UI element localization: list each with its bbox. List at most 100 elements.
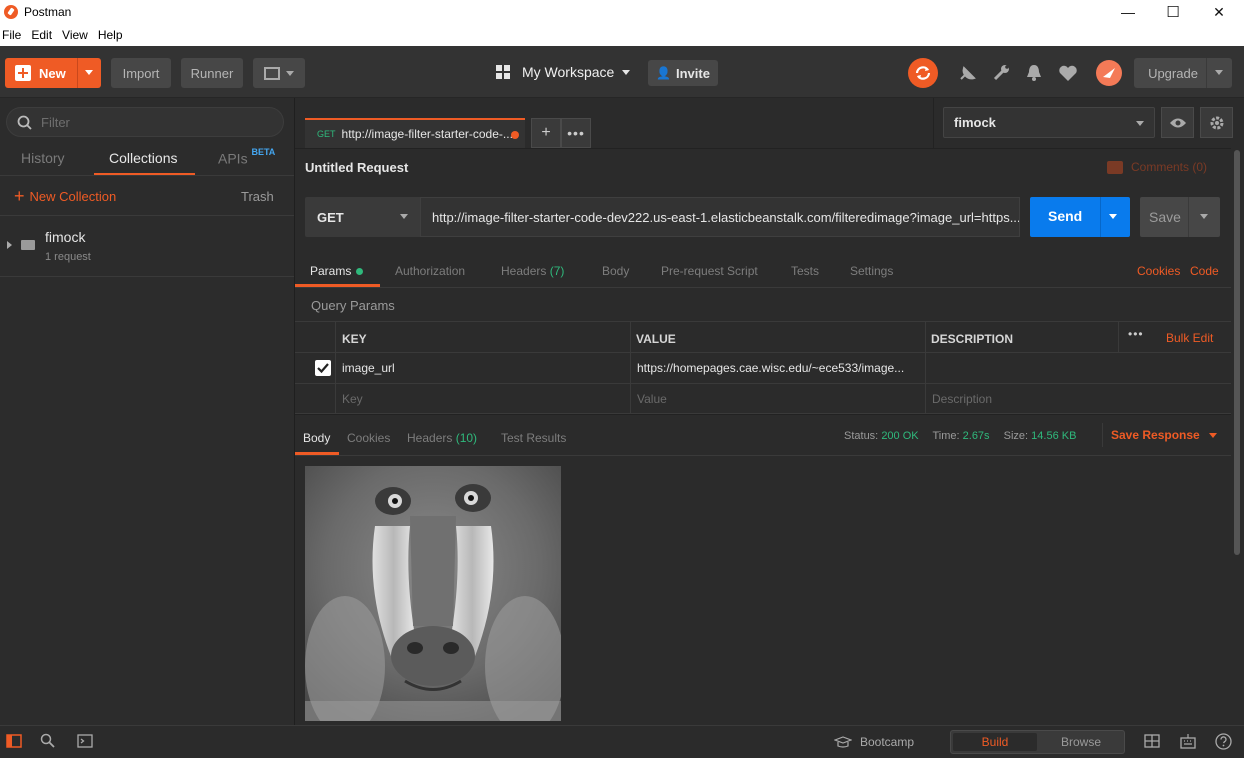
request-name[interactable]: Untitled Request xyxy=(305,160,408,175)
new-description-input[interactable]: Description xyxy=(932,392,992,406)
response-headers-count: (10) xyxy=(455,431,478,445)
size-label: Size: xyxy=(1003,430,1029,442)
main-panel: GET http://image-filter-starter-code-...… xyxy=(295,98,1244,725)
chevron-down-icon[interactable] xyxy=(85,70,93,75)
url-input[interactable]: http://image-filter-starter-code-dev222.… xyxy=(420,197,1020,237)
param-key[interactable]: image_url xyxy=(342,361,395,375)
response-image xyxy=(305,466,561,721)
tab-params[interactable]: Params xyxy=(310,264,364,278)
bootcamp-label: Bootcamp xyxy=(860,735,915,749)
menu-file[interactable]: File xyxy=(0,28,27,42)
tab-settings[interactable]: Settings xyxy=(850,264,893,278)
console-icon[interactable] xyxy=(77,734,93,748)
import-button[interactable]: Import xyxy=(111,58,171,88)
tab-authorization[interactable]: Authorization xyxy=(395,264,465,278)
cookies-link[interactable]: Cookies xyxy=(1137,264,1180,278)
save-response-button[interactable]: Save Response xyxy=(1111,428,1217,442)
sync-icon[interactable] xyxy=(908,58,938,88)
workspace-selector[interactable]: My Workspace xyxy=(496,64,631,80)
sidebar-toggle-icon[interactable] xyxy=(6,734,22,748)
find-icon[interactable] xyxy=(40,733,56,749)
keyboard-icon[interactable] xyxy=(1180,733,1196,749)
browse-toggle[interactable]: Browse xyxy=(1039,733,1123,751)
new-value-input[interactable]: Value xyxy=(637,392,667,406)
comments-button[interactable]: Comments (0) xyxy=(1107,160,1207,174)
code-link[interactable]: Code xyxy=(1190,264,1219,278)
tab-headers[interactable]: Headers (7) xyxy=(501,264,564,278)
collection-name: fimock xyxy=(45,229,86,245)
send-button[interactable]: Send xyxy=(1030,197,1130,237)
new-key-input[interactable]: Key xyxy=(342,392,363,406)
request-tab[interactable]: GET http://image-filter-starter-code-... xyxy=(305,118,525,148)
chevron-down-icon[interactable] xyxy=(1215,70,1223,75)
param-checkbox[interactable] xyxy=(315,360,331,376)
gear-icon[interactable] xyxy=(1200,107,1233,138)
tab-body[interactable]: Body xyxy=(602,264,629,278)
beta-badge: BETA xyxy=(251,147,276,157)
request-tab-label: http://image-filter-starter-code-... xyxy=(341,127,513,141)
menu-help[interactable]: Help xyxy=(96,28,129,42)
environment-bar: fimock xyxy=(933,98,1244,148)
help-icon[interactable] xyxy=(1215,733,1232,750)
tab-apis[interactable]: APIs BETA xyxy=(218,147,276,167)
tab-apis-label: APIs xyxy=(218,150,248,167)
new-collection-button[interactable]: + New Collection xyxy=(14,187,117,205)
new-collection-label: New Collection xyxy=(29,188,117,204)
title-bar: Postman — ☐ ✕ xyxy=(0,0,1244,24)
new-window-icon xyxy=(264,66,280,80)
new-window-button[interactable] xyxy=(253,58,305,88)
chevron-down-icon[interactable] xyxy=(1109,214,1117,219)
bootcamp-button[interactable]: Bootcamp xyxy=(834,735,914,749)
bulk-edit-link[interactable]: Bulk Edit xyxy=(1166,331,1213,345)
wrench-icon[interactable] xyxy=(992,64,1012,82)
tab-tests[interactable]: Tests xyxy=(791,264,819,278)
filter-input[interactable]: Filter xyxy=(6,107,284,137)
method-select[interactable]: GET xyxy=(305,197,420,237)
collection-item[interactable]: fimock 1 request xyxy=(0,216,294,276)
eye-icon[interactable] xyxy=(1161,107,1194,138)
status-value[interactable]: 200 OK xyxy=(881,430,918,442)
tab-history[interactable]: History xyxy=(21,150,65,166)
query-params-title: Query Params xyxy=(311,298,395,313)
build-toggle[interactable]: Build xyxy=(953,733,1037,751)
request-tab-strip: GET http://image-filter-starter-code-...… xyxy=(295,98,935,148)
save-button[interactable]: Save xyxy=(1140,197,1220,237)
menu-edit[interactable]: Edit xyxy=(29,28,58,42)
minimize-button[interactable]: — xyxy=(1105,0,1151,24)
invite-button[interactable]: 👤 Invite xyxy=(648,60,718,86)
satellite-icon[interactable] xyxy=(958,64,978,82)
save-label: Save xyxy=(1149,209,1181,225)
close-window-button[interactable]: ✕ xyxy=(1196,0,1242,24)
url-value: http://image-filter-starter-code-dev222.… xyxy=(432,209,1020,225)
response-tab-headers[interactable]: Headers (10) xyxy=(407,431,477,445)
environment-selector[interactable]: fimock xyxy=(943,107,1155,138)
more-tabs-icon[interactable]: ••• xyxy=(561,118,591,148)
tab-collections[interactable]: Collections xyxy=(109,150,177,166)
response-tab-test-results[interactable]: Test Results xyxy=(501,431,566,445)
comments-label: Comments (0) xyxy=(1131,160,1208,174)
response-tab-body[interactable]: Body xyxy=(303,431,330,445)
scrollbar[interactable] xyxy=(1231,148,1244,725)
more-options-icon[interactable]: ••• xyxy=(1128,327,1144,341)
tab-prerequest-script[interactable]: Pre-request Script xyxy=(661,264,758,278)
size-value[interactable]: 14.56 KB xyxy=(1031,430,1076,442)
time-value[interactable]: 2.67s xyxy=(963,430,990,442)
active-dot-icon xyxy=(356,267,364,275)
maximize-button[interactable]: ☐ xyxy=(1150,0,1196,24)
add-tab-button[interactable]: + xyxy=(531,118,561,148)
new-button[interactable]: New xyxy=(5,58,101,88)
avatar[interactable] xyxy=(1096,60,1122,86)
menu-bar: File Edit View Help xyxy=(0,24,1244,46)
two-pane-icon[interactable] xyxy=(1144,734,1160,748)
menu-view[interactable]: View xyxy=(60,28,94,42)
trash-button[interactable]: Trash xyxy=(241,189,274,204)
response-tab-cookies[interactable]: Cookies xyxy=(347,431,390,445)
param-value[interactable]: https://homepages.cae.wisc.edu/~ece533/i… xyxy=(637,361,919,375)
upgrade-button[interactable]: Upgrade xyxy=(1134,58,1232,88)
heart-icon[interactable] xyxy=(1058,64,1078,82)
chevron-down-icon[interactable] xyxy=(1200,214,1208,219)
chevron-down-icon xyxy=(1136,121,1144,126)
runner-button[interactable]: Runner xyxy=(181,58,243,88)
invite-label: Invite xyxy=(675,65,710,81)
bell-icon[interactable] xyxy=(1025,63,1043,83)
